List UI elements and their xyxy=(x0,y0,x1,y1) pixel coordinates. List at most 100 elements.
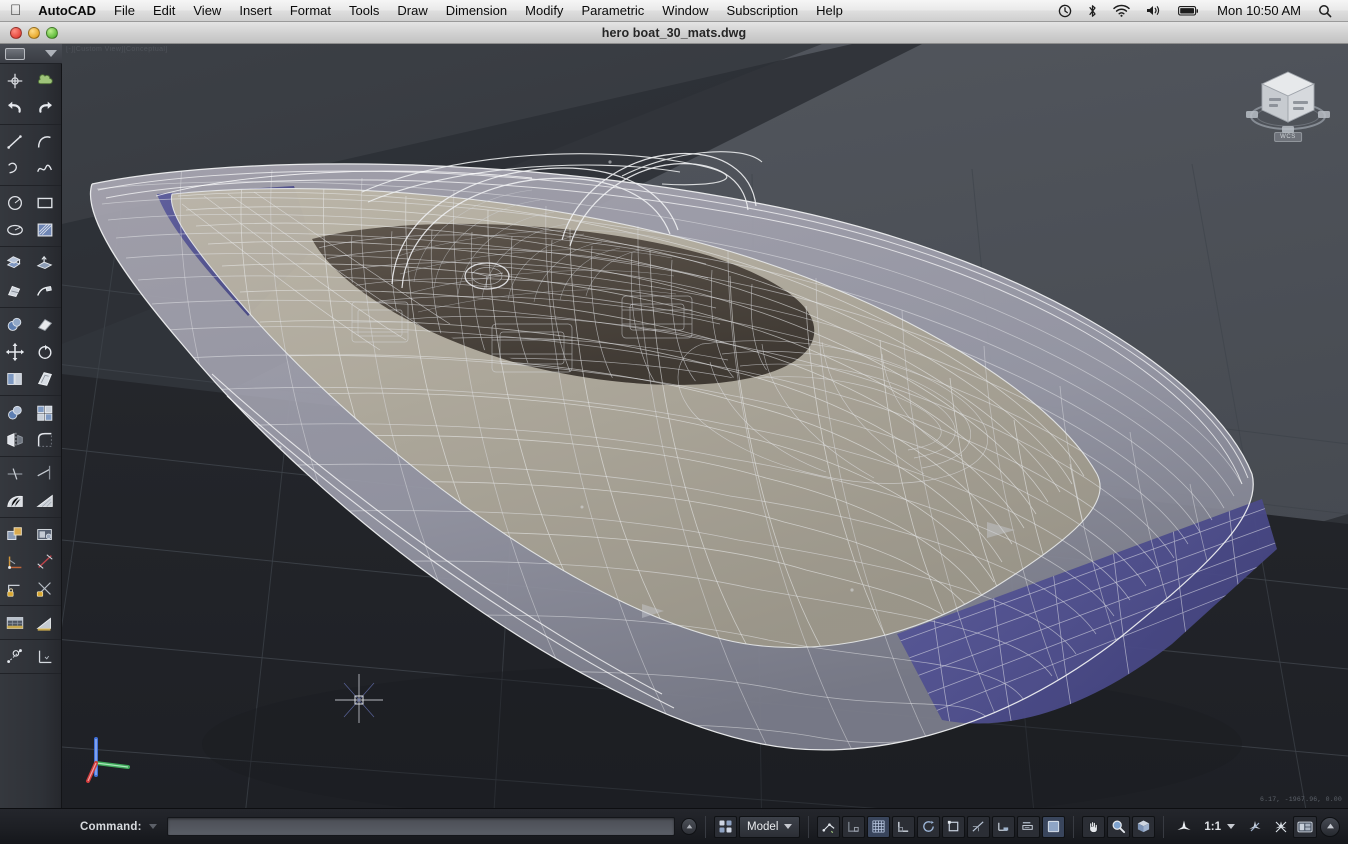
subtract-icon[interactable] xyxy=(2,400,28,425)
measure-icon[interactable] xyxy=(2,644,28,669)
circle-icon[interactable] xyxy=(2,190,28,215)
dim-linear-icon[interactable] xyxy=(32,549,58,574)
grid-display-toggle[interactable] xyxy=(867,816,890,838)
chevron-down-icon[interactable] xyxy=(1227,824,1235,829)
battery-icon[interactable] xyxy=(1171,5,1207,17)
command-status-bar: Command: Model xyxy=(0,808,1348,844)
coordinate-readout: 6.17, -1967.96, 0.00 xyxy=(1260,796,1342,803)
dynamic-ucs-toggle[interactable] xyxy=(992,816,1015,838)
menu-tools[interactable]: Tools xyxy=(340,0,388,22)
hand-icon[interactable] xyxy=(1082,816,1105,838)
ucs-axis-icon xyxy=(82,731,138,788)
menu-bar-clock[interactable]: Mon 10:50 AM xyxy=(1209,0,1309,22)
annotation-scale-icon[interactable] xyxy=(1172,816,1196,838)
hatch-icon[interactable] xyxy=(32,217,58,242)
auto-scale-icon[interactable] xyxy=(1269,816,1293,838)
model-viewport[interactable]: [-][Custom View][Conceptual] xyxy=(62,44,1348,808)
constraint-lock-icon[interactable] xyxy=(2,576,28,601)
wifi-icon[interactable] xyxy=(1106,4,1137,17)
osnap-tracking-toggle[interactable] xyxy=(967,816,990,838)
search-icon[interactable] xyxy=(1311,4,1339,18)
command-input[interactable] xyxy=(167,817,676,836)
polar-tracking-toggle[interactable] xyxy=(917,816,940,838)
union-solid-icon[interactable] xyxy=(2,312,28,337)
ellipse-icon[interactable] xyxy=(2,217,28,242)
ortho-mode-toggle[interactable] xyxy=(892,816,915,838)
undo-icon[interactable] xyxy=(2,95,28,120)
scroll-up-icon[interactable] xyxy=(681,818,697,835)
menu-help[interactable]: Help xyxy=(807,0,852,22)
rectangle-icon[interactable] xyxy=(32,190,58,215)
menu-view[interactable]: View xyxy=(184,0,230,22)
time-machine-icon[interactable] xyxy=(1051,4,1079,18)
offset-icon[interactable] xyxy=(32,366,58,391)
cube-orbit-icon[interactable] xyxy=(1132,816,1155,838)
ucs-icon[interactable] xyxy=(2,549,28,574)
bluetooth-icon[interactable] xyxy=(1081,4,1104,18)
annotation-visibility-icon[interactable] xyxy=(1243,816,1267,838)
lineweight-toggle[interactable] xyxy=(1042,816,1065,838)
menu-edit[interactable]: Edit xyxy=(144,0,184,22)
redo-icon[interactable] xyxy=(32,95,58,120)
minimize-button[interactable] xyxy=(28,27,40,39)
menu-autocad[interactable]: AutoCAD xyxy=(29,0,105,22)
chevron-down-icon[interactable] xyxy=(149,824,157,829)
magnifier-icon[interactable] xyxy=(1107,816,1130,838)
apple-logo-icon[interactable]:  xyxy=(10,4,21,18)
close-button[interactable] xyxy=(10,27,22,39)
menu-subscription[interactable]: Subscription xyxy=(718,0,808,22)
space-selector[interactable]: Model xyxy=(739,816,800,838)
rotate-icon[interactable] xyxy=(32,339,58,364)
insert-block-icon[interactable] xyxy=(2,522,28,547)
array-rect-icon[interactable] xyxy=(2,366,28,391)
layout-grid-icon[interactable] xyxy=(714,816,737,838)
menu-window[interactable]: Window xyxy=(653,0,717,22)
revision-cloud-icon[interactable] xyxy=(32,68,58,93)
view-cube[interactable]: WCS xyxy=(1240,58,1336,154)
press-pull-icon[interactable] xyxy=(32,251,58,276)
menu-insert[interactable]: Insert xyxy=(230,0,281,22)
zoom-button[interactable] xyxy=(46,27,58,39)
menu-parametric[interactable]: Parametric xyxy=(572,0,653,22)
volume-icon[interactable] xyxy=(1139,4,1169,17)
xref-attach-icon[interactable] xyxy=(32,522,58,547)
surface-blend-icon[interactable] xyxy=(32,488,58,513)
menu-file[interactable]: File xyxy=(105,0,144,22)
loft-icon[interactable] xyxy=(2,278,28,303)
menu-modify[interactable]: Modify xyxy=(516,0,572,22)
tool-palette-header[interactable] xyxy=(0,44,62,64)
dim-constraint-icon[interactable] xyxy=(32,576,58,601)
extend-icon[interactable] xyxy=(32,461,58,486)
extrude-icon[interactable] xyxy=(2,251,28,276)
fillet-icon[interactable] xyxy=(32,427,58,452)
menu-dimension[interactable]: Dimension xyxy=(437,0,516,22)
ucs-label[interactable]: WCS xyxy=(1274,132,1302,142)
move-icon[interactable] xyxy=(2,339,28,364)
snap-mode-toggle[interactable] xyxy=(842,816,865,838)
chevron-down-icon[interactable] xyxy=(45,50,57,57)
chevron-down-icon[interactable] xyxy=(784,824,792,829)
dynamic-input-toggle[interactable] xyxy=(1017,816,1040,838)
boat-3d-model[interactable] xyxy=(62,44,1348,808)
infer-constraints-toggle[interactable] xyxy=(817,816,840,838)
menu-draw[interactable]: Draw xyxy=(388,0,436,22)
arc-icon[interactable] xyxy=(32,129,58,154)
clean-screen-icon[interactable] xyxy=(1320,817,1340,837)
point-icon[interactable] xyxy=(2,68,28,93)
mirror-icon[interactable] xyxy=(2,427,28,452)
table-icon[interactable] xyxy=(2,610,28,635)
scale-value[interactable]: 1:1 xyxy=(1198,816,1241,838)
sweep-icon[interactable] xyxy=(32,278,58,303)
coordinate-icon[interactable] xyxy=(32,644,58,669)
polyline-icon[interactable] xyxy=(2,156,28,181)
spline-icon[interactable] xyxy=(32,156,58,181)
grid-array-icon[interactable] xyxy=(32,400,58,425)
line-icon[interactable] xyxy=(2,129,28,154)
menu-format[interactable]: Format xyxy=(281,0,340,22)
section-plane-icon[interactable] xyxy=(32,610,58,635)
workspace-switch-icon[interactable] xyxy=(1293,816,1317,838)
surface-loft-icon[interactable] xyxy=(2,488,28,513)
object-snap-toggle[interactable] xyxy=(942,816,965,838)
erase-icon[interactable] xyxy=(32,312,58,337)
trim-icon[interactable] xyxy=(2,461,28,486)
